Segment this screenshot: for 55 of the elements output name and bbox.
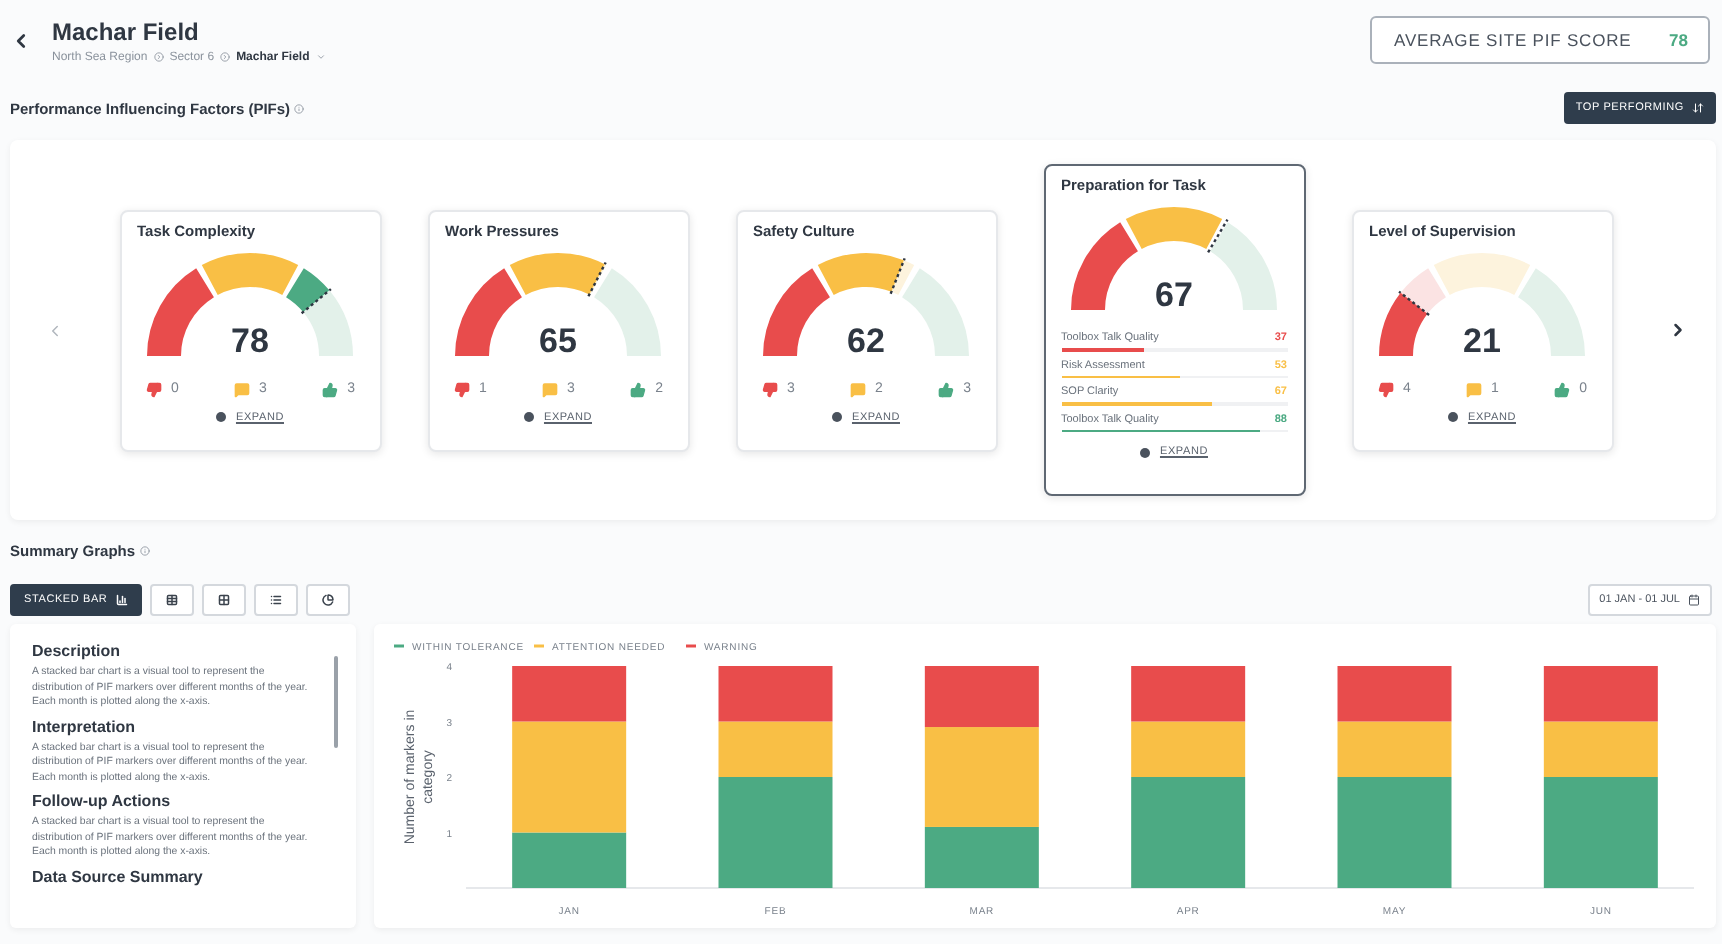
chart-type-button[interactable] bbox=[253, 584, 298, 616]
score-label: AVERAGE SITE PIF SCORE bbox=[1394, 30, 1632, 50]
calendar-icon bbox=[1688, 594, 1700, 606]
thumbs-down-icon bbox=[145, 381, 161, 397]
score-value: 78 bbox=[1669, 30, 1688, 50]
bar-segment bbox=[1543, 666, 1658, 722]
comment-icon bbox=[233, 381, 250, 397]
thumbs-down-icon bbox=[1377, 381, 1393, 397]
separator-icon bbox=[153, 52, 164, 62]
gauge-score: 62 bbox=[845, 321, 887, 361]
grid-icon bbox=[217, 594, 230, 606]
section-heading: Follow-up Actions bbox=[32, 792, 173, 811]
thumbs-up-icon bbox=[321, 381, 338, 397]
gauge-score: 67 bbox=[1153, 276, 1195, 316]
bar-segment bbox=[718, 666, 833, 722]
comment-icon bbox=[849, 381, 866, 397]
pie-icon bbox=[321, 594, 334, 606]
gauge-empty-arc bbox=[302, 290, 353, 356]
gauge-marker bbox=[300, 287, 332, 314]
gauge-marker bbox=[889, 256, 906, 294]
gauge-marker bbox=[1207, 219, 1229, 253]
dot-icon bbox=[1447, 412, 1458, 422]
thumbs-up-icon bbox=[629, 381, 646, 397]
separator-icon bbox=[220, 52, 231, 62]
thumbs-down-icon bbox=[453, 381, 469, 397]
page-title: Machar Field bbox=[52, 17, 201, 45]
table-icon bbox=[165, 594, 178, 606]
dot-icon bbox=[1139, 447, 1150, 457]
sort-icon bbox=[1692, 102, 1704, 114]
section-heading: Data Source Summary bbox=[32, 867, 205, 886]
gauge-marker bbox=[1398, 289, 1430, 315]
next-icon[interactable] bbox=[1668, 320, 1688, 340]
gauge-score: 65 bbox=[537, 321, 579, 361]
gauge-empty-arc bbox=[1209, 222, 1277, 312]
gauge-filled-arc bbox=[1379, 292, 1429, 356]
chart-type-button[interactable] bbox=[149, 584, 194, 616]
gauge-score: 21 bbox=[1461, 321, 1503, 361]
section-heading: Description bbox=[32, 642, 123, 660]
dot-icon bbox=[215, 412, 226, 422]
stacked-bar-icon bbox=[115, 594, 128, 606]
chart-type-button[interactable] bbox=[305, 584, 350, 616]
gauge-score: 78 bbox=[229, 321, 271, 361]
dot-icon bbox=[523, 412, 534, 422]
bar-segment bbox=[1131, 666, 1246, 722]
section-heading: Interpretation bbox=[32, 717, 138, 736]
comment-icon bbox=[1465, 381, 1482, 397]
chart-type-button[interactable] bbox=[201, 584, 246, 616]
thumbs-up-icon bbox=[937, 381, 954, 397]
thumbs-down-icon bbox=[761, 381, 777, 397]
list-icon bbox=[269, 594, 282, 606]
thumbs-up-icon bbox=[1553, 381, 1570, 397]
dot-icon bbox=[831, 412, 842, 422]
bar-segment bbox=[1337, 666, 1452, 722]
scrollbar-thumb[interactable] bbox=[334, 656, 338, 748]
comment-icon bbox=[541, 381, 558, 397]
